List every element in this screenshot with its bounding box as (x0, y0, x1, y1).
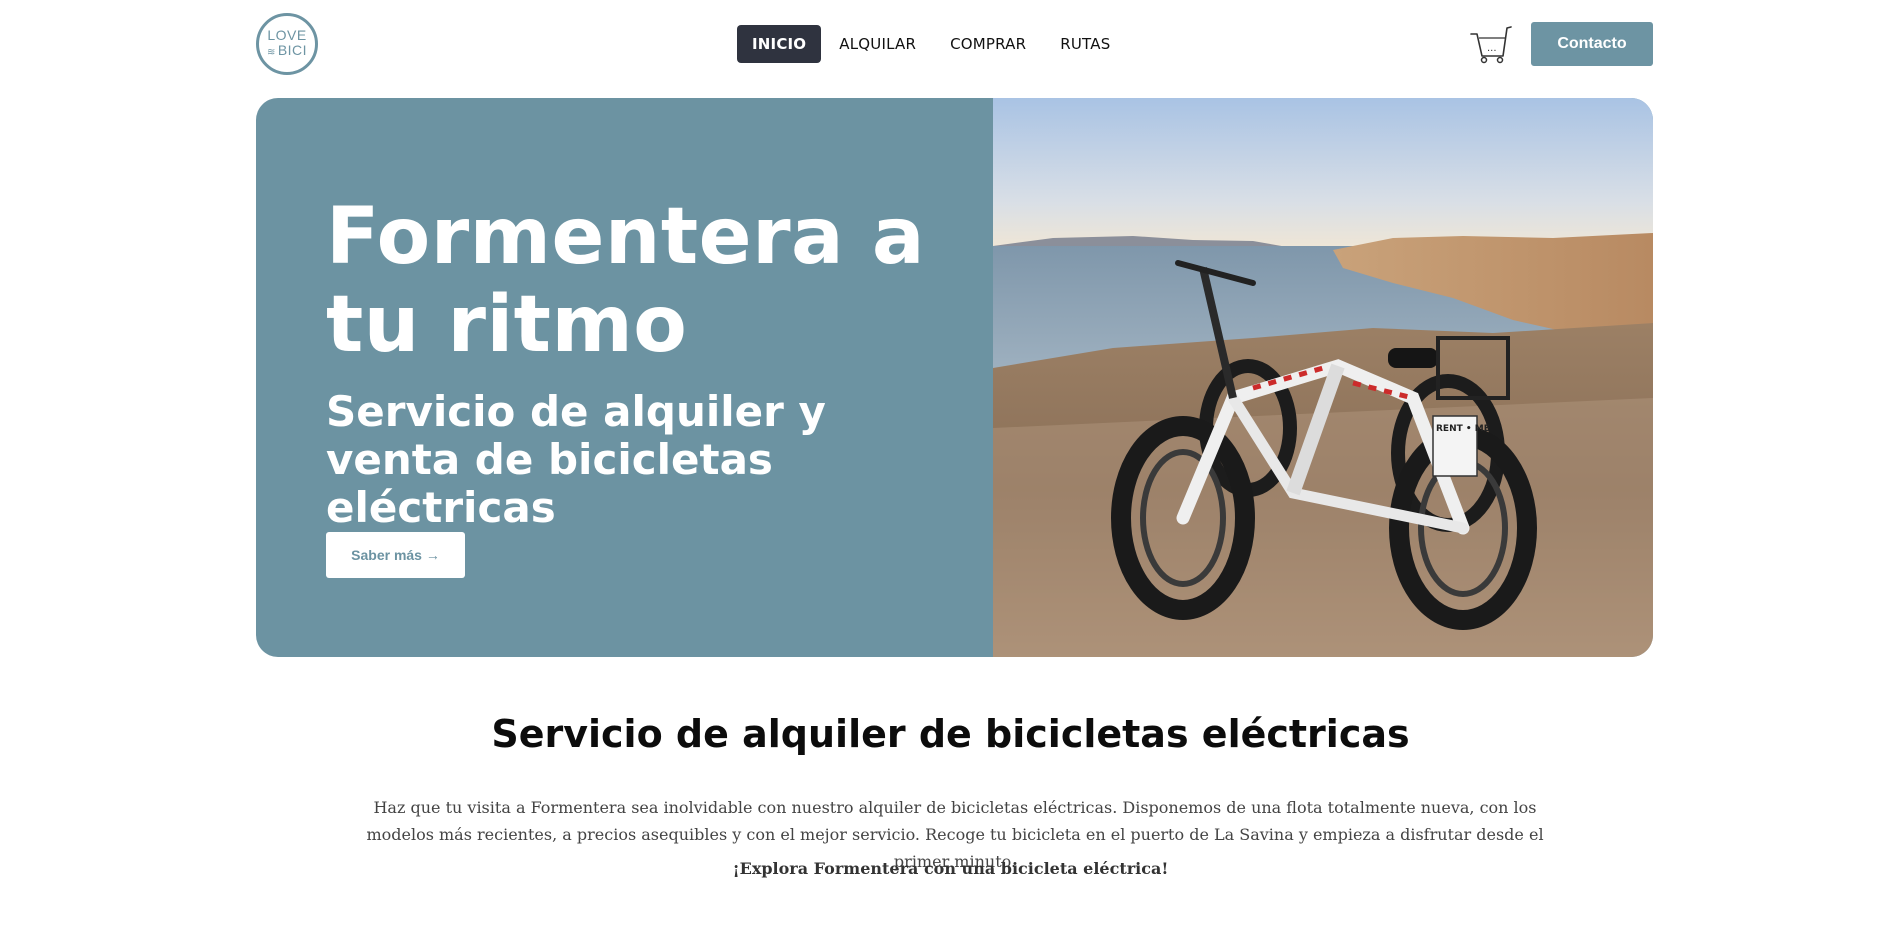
nav-item-comprar[interactable]: COMPRAR (936, 25, 1040, 63)
logo-text-love: LOVE (267, 27, 307, 43)
love-bici-logo[interactable]: LOVE ≋ BICI (256, 13, 318, 75)
hero-text-panel: Formentera a tu ritmo Servicio de alquil… (256, 98, 993, 657)
contact-button[interactable]: Contacto (1531, 22, 1653, 66)
saber-mas-button[interactable]: Saber más → (326, 532, 465, 578)
logo-text-bici: ≋ BICI (267, 43, 307, 60)
hero-image-ebikes: RENT • ME (993, 98, 1653, 657)
section-title: Servicio de alquiler de bicicletas eléct… (491, 712, 1410, 756)
site-header: LOVE ≋ BICI INICIO ALQUILAR COMPRAR RUTAS… (0, 0, 1901, 88)
nav-item-rutas[interactable]: RUTAS (1046, 25, 1124, 63)
hero-title: Formentera a tu ritmo (326, 192, 925, 370)
section-cta-text: ¡Explora Formentera con una bicicleta el… (732, 859, 1169, 878)
main-nav: INICIO ALQUILAR COMPRAR RUTAS (737, 25, 1124, 63)
rent-me-sign-text: RENT • ME (1436, 424, 1490, 434)
nav-item-inicio[interactable]: INICIO (737, 25, 822, 63)
waves-icon: ≋ (266, 47, 276, 58)
hero-subtitle: Servicio de alquiler y venta de biciclet… (326, 387, 826, 532)
logo-text-bici-label: BICI (277, 42, 308, 58)
cart-count: ... (1487, 43, 1497, 54)
shopping-cart-icon[interactable]: ... (1470, 24, 1512, 64)
hero-banner: Formentera a tu ritmo Servicio de alquil… (256, 98, 1653, 657)
nav-item-alquilar[interactable]: ALQUILAR (825, 25, 930, 63)
